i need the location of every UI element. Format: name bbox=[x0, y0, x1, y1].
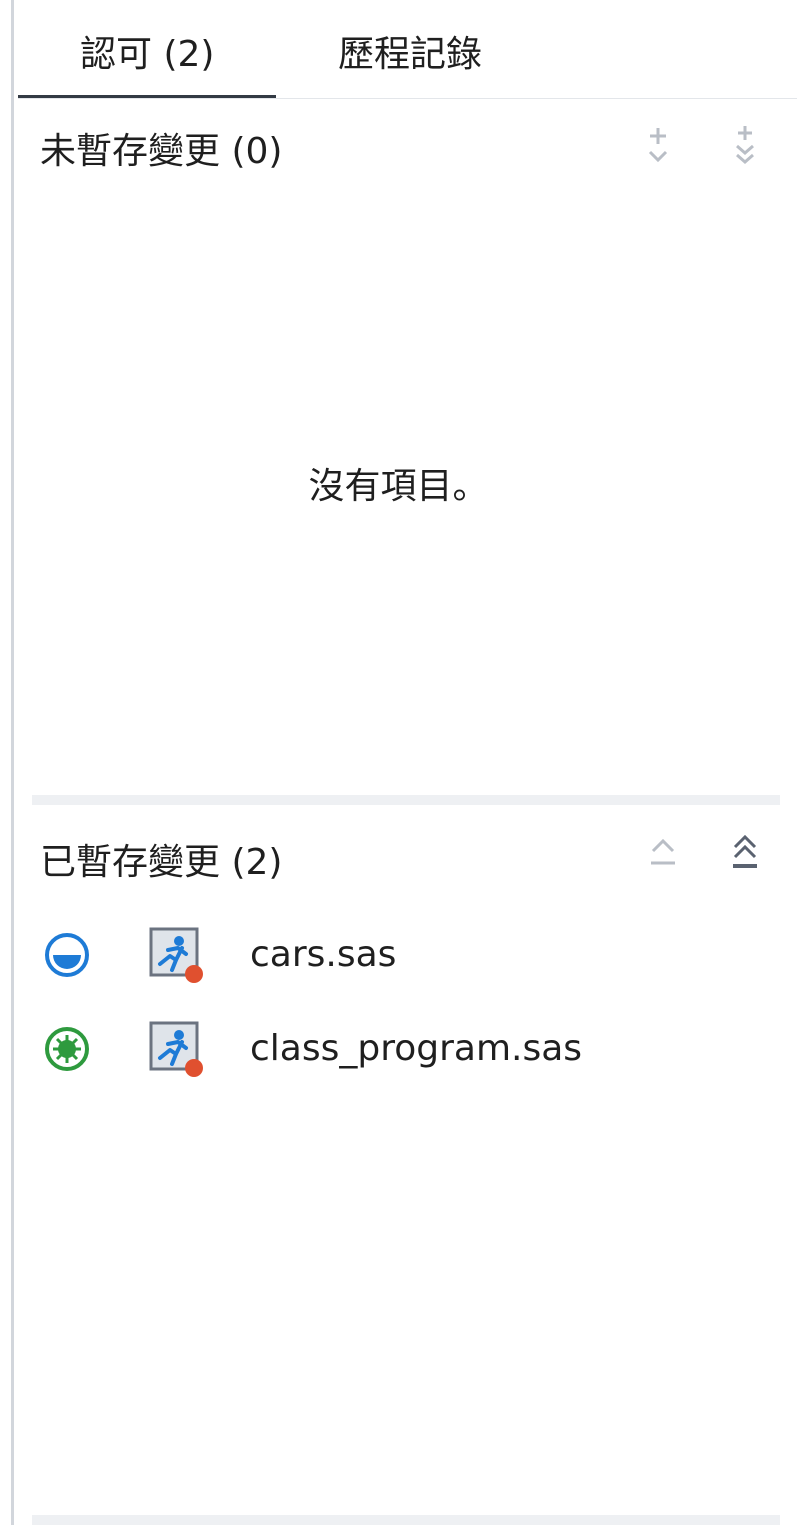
staged-file-row[interactable]: cars.sas bbox=[30, 920, 780, 990]
staged-changes-title: 已暫存變更 (2) bbox=[40, 842, 283, 883]
tab-approve[interactable]: 認可 (2) bbox=[80, 30, 214, 80]
unstage-all-button[interactable] bbox=[727, 833, 763, 875]
panel-bottom-divider bbox=[32, 1515, 780, 1525]
unstage-all-icon bbox=[733, 834, 757, 868]
sas-program-icon bbox=[149, 1021, 203, 1077]
panel-left-border bbox=[11, 0, 14, 1525]
active-tab-indicator bbox=[18, 95, 276, 98]
file-name: class_program.sas bbox=[250, 1028, 583, 1069]
sas-program-icon bbox=[149, 927, 203, 983]
file-name: cars.sas bbox=[250, 934, 397, 975]
section-splitter[interactable] bbox=[32, 795, 780, 805]
staged-file-row[interactable]: class_program.sas bbox=[30, 1014, 780, 1084]
stage-all-icon bbox=[736, 126, 754, 164]
tab-history[interactable]: 歷程記錄 bbox=[338, 30, 482, 80]
tab-bar: 認可 (2) 歷程記錄 bbox=[18, 0, 797, 99]
unstage-button[interactable] bbox=[645, 833, 681, 875]
unstage-icon bbox=[651, 838, 675, 865]
stage-icon bbox=[648, 128, 668, 163]
stage-all-button[interactable] bbox=[727, 124, 763, 166]
unstaged-changes-title: 未暫存變更 (0) bbox=[40, 131, 283, 172]
added-status-icon bbox=[45, 1027, 89, 1071]
stage-button[interactable] bbox=[640, 124, 676, 166]
modified-status-icon bbox=[45, 933, 89, 977]
empty-list-message: 沒有項目。 bbox=[308, 466, 489, 507]
